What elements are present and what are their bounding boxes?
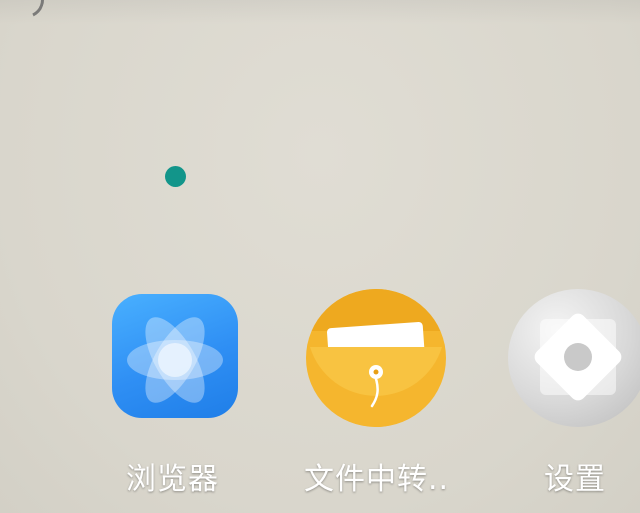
file-folder-icon[interactable] — [306, 289, 446, 427]
app-settings[interactable]: 设置 — [508, 289, 640, 497]
app-label-file-transfer[interactable]: 文件中转.. — [304, 454, 449, 498]
app-label-settings[interactable]: 设置 — [544, 454, 606, 498]
app-label-browser[interactable]: 浏览器 — [126, 454, 219, 498]
app-browser[interactable]: 浏览器 — [112, 294, 240, 497]
top-edge-shade — [0, 0, 640, 24]
app-file-transfer[interactable]: 文件中转.. — [304, 289, 456, 497]
browser-atom-icon[interactable] — [112, 294, 238, 418]
page-indicator-dot — [165, 166, 186, 187]
settings-gear-icon[interactable] — [508, 289, 640, 427]
